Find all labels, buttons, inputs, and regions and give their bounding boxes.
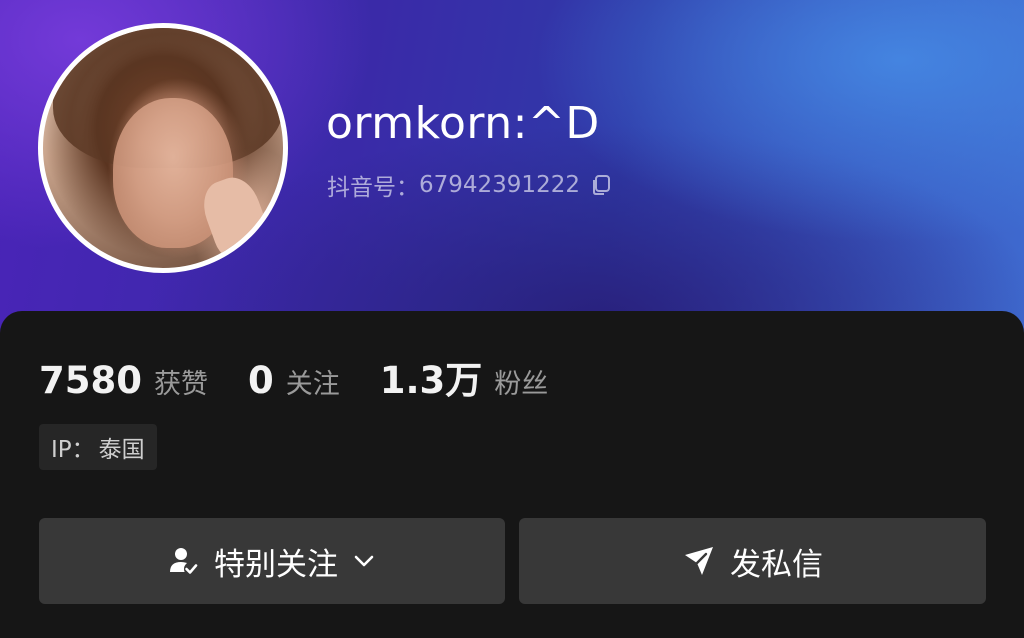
- stat-likes-value: 7580: [39, 359, 142, 402]
- stat-following-label: 关注: [285, 369, 340, 400]
- stat-followers-value: 1.3万: [379, 359, 483, 402]
- stat-followers-label: 粉丝: [494, 369, 549, 400]
- send-message-label: 发私信: [730, 546, 823, 583]
- chevron-down-icon: [352, 549, 376, 573]
- avatar[interactable]: [38, 23, 288, 273]
- send-icon: [682, 544, 716, 578]
- stat-following[interactable]: 0 关注: [248, 359, 340, 402]
- ip-label: IP：: [51, 437, 95, 463]
- ip-location-tag: IP： 泰国: [39, 424, 157, 470]
- douyin-id-value: 67942391222: [419, 172, 580, 198]
- special-follow-button[interactable]: 特别关注: [39, 518, 505, 604]
- user-check-icon: [168, 545, 200, 577]
- copy-icon[interactable]: [590, 174, 612, 196]
- profile-page: ormkorn:^D 抖音号： 67942391222 7580 获赞 0 关注…: [0, 0, 1024, 638]
- douyin-id-label: 抖音号：: [327, 175, 419, 201]
- username: ormkorn:^D: [326, 98, 600, 149]
- stat-following-value: 0: [247, 359, 274, 402]
- ip-value: 泰国: [98, 437, 145, 463]
- stat-likes-label: 获赞: [153, 369, 208, 400]
- stats-row: 7580 获赞 0 关注 1.3万 粉丝: [39, 350, 588, 404]
- stat-likes[interactable]: 7580 获赞: [39, 359, 208, 402]
- stat-followers[interactable]: 1.3万 粉丝: [380, 350, 549, 404]
- special-follow-label: 特别关注: [214, 546, 338, 583]
- douyin-id-row: 抖音号： 67942391222: [327, 168, 612, 202]
- send-message-button[interactable]: 发私信: [519, 518, 986, 604]
